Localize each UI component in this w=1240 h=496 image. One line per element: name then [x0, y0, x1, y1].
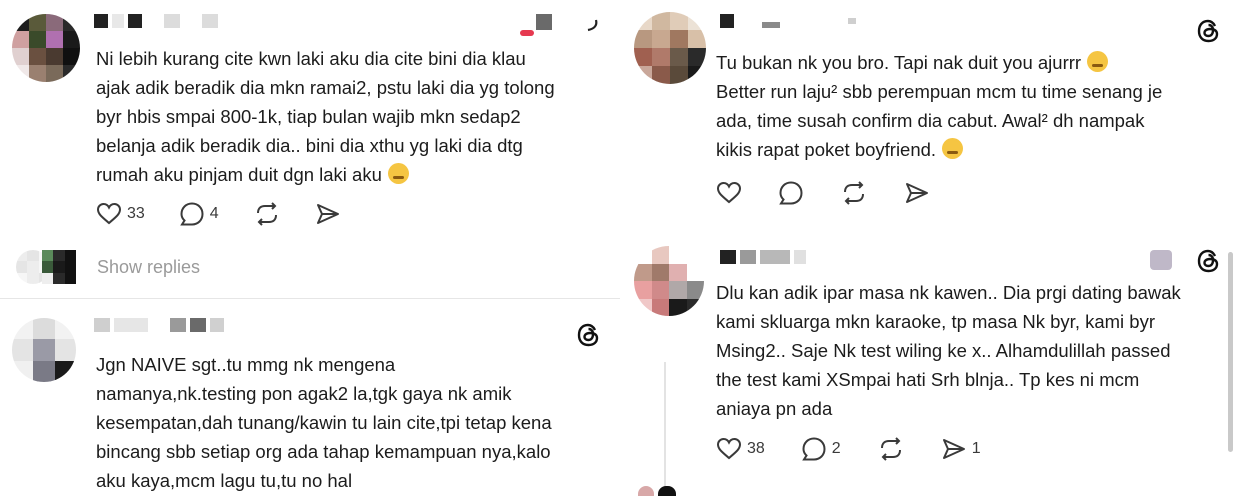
comment-button[interactable]: 4 — [179, 201, 219, 227]
replier-avatar[interactable] — [42, 250, 76, 284]
comment-count: 2 — [831, 440, 841, 457]
post-line: Ni lebih kurang cite kwn laki aku dia ci… — [96, 48, 526, 69]
post-line: kikis rapat poket boyfriend. — [716, 139, 937, 160]
post-line: aku kaya,mcm lagu tu,tu no hal — [96, 470, 353, 491]
post-actions: 33 4 — [96, 201, 375, 227]
post-card-2: Jgn NAIVE sgt..tu mmg nk mengena namanya… — [0, 298, 620, 496]
post-line: kami skluarga mkn karaoke, tp masa Nk by… — [716, 311, 1156, 332]
heart-icon — [716, 181, 742, 204]
username-redacted[interactable] — [720, 14, 856, 28]
post-actions — [716, 180, 964, 206]
post-card-4: Dlu kan adik ipar masa nk kawen.. Dia pr… — [620, 232, 1240, 496]
post-line: Jgn NAIVE sgt..tu mmg nk mengena — [96, 354, 396, 375]
share-button[interactable]: 1 — [941, 437, 981, 461]
threads-logo-icon[interactable] — [576, 322, 602, 348]
repost-button[interactable] — [840, 180, 868, 206]
username-redacted[interactable] — [94, 318, 224, 332]
threads-logo-icon[interactable] — [1196, 248, 1222, 274]
share-button[interactable] — [904, 181, 930, 205]
post-actions: 38 2 1 — [716, 436, 1015, 462]
rolling-laughing-emoji — [1087, 51, 1109, 72]
post-line: Better run laju² sbb perempuan mcm tu ti… — [716, 81, 1163, 102]
show-replies-link[interactable]: Show replies — [97, 257, 200, 278]
avatar[interactable] — [12, 14, 80, 82]
share-button[interactable] — [315, 202, 341, 226]
post-text: Tu bukan nk you bro. Tapi nak duit you a… — [716, 48, 1162, 164]
redacted-mark — [536, 14, 552, 30]
comment-button[interactable]: 2 — [801, 436, 841, 462]
avatar[interactable] — [12, 318, 76, 382]
comment-button[interactable] — [778, 180, 804, 206]
post-line: Tu bukan nk you bro. Tapi nak duit you a… — [716, 52, 1082, 73]
next-post-avatars[interactable] — [638, 486, 676, 496]
heart-icon — [96, 202, 122, 225]
post-line: namanya,nk.testing pon agak2 la,tgk gaya… — [96, 383, 512, 404]
post-line: Msing2.. Saje Nk test wiling ke x.. Alha… — [716, 340, 1171, 361]
post-line: belanja adik beradik dia.. bini dia xthu… — [96, 135, 523, 156]
avatar[interactable] — [634, 246, 704, 316]
like-button[interactable]: 38 — [716, 437, 765, 461]
post-line: Dlu kan adik ipar masa nk kawen.. Dia pr… — [716, 282, 1181, 303]
threads-logo-icon[interactable] — [1196, 18, 1222, 44]
post-text: Dlu kan adik ipar masa nk kawen.. Dia pr… — [716, 278, 1181, 423]
post-line: ada, time susah confirm dia cabut. Awal²… — [716, 110, 1145, 131]
like-button[interactable] — [716, 181, 742, 205]
scrollbar[interactable] — [1228, 252, 1233, 452]
repost-icon — [880, 437, 901, 461]
repost-icon — [256, 202, 277, 226]
comment-bubble-icon — [779, 181, 803, 205]
more-icon[interactable] — [584, 14, 602, 34]
heart-icon — [716, 437, 742, 460]
post-line: rumah aku pinjam duit dgn laki aku — [96, 164, 382, 185]
username-redacted[interactable] — [720, 250, 806, 264]
post-line: ajak adik beradik dia mkn ramai2, pstu l… — [96, 77, 555, 98]
like-count: 38 — [747, 440, 765, 457]
repost-icon — [844, 181, 864, 205]
post-text: Ni lebih kurang cite kwn laki aku dia ci… — [96, 44, 555, 189]
post-card-3: Tu bukan nk you bro. Tapi nak duit you a… — [620, 0, 1240, 232]
post-line: the test kami XSmpai hati Srh blnja.. Tp… — [716, 369, 1140, 390]
avatar[interactable] — [634, 12, 706, 84]
comment-count: 4 — [209, 205, 219, 222]
send-icon — [316, 204, 339, 224]
comment-bubble-icon — [801, 437, 826, 461]
comment-bubble-icon — [179, 202, 204, 226]
like-count: 33 — [127, 205, 145, 222]
share-count: 1 — [971, 440, 981, 457]
send-icon — [906, 183, 928, 203]
thread-line — [664, 362, 666, 486]
post-line: kesempatan,dah tunang/kawin tu lain cite… — [96, 412, 552, 433]
send-icon — [942, 439, 965, 459]
redacted-mark — [1150, 250, 1172, 270]
post-text: Jgn NAIVE sgt..tu mmg nk mengena namanya… — [96, 350, 552, 495]
laughing-emoji — [942, 138, 964, 159]
post-line: bincang sbb setiap org ada tahap kemampu… — [96, 441, 551, 462]
post-card-1: Ni lebih kurang cite kwn laki aku dia ci… — [0, 0, 620, 298]
post-line: byr hbis smpai 800-1k, tiap bulan wajib … — [96, 106, 521, 127]
like-button[interactable]: 33 — [96, 202, 145, 226]
redacted-mark — [520, 30, 534, 36]
post-line: aniaya pn ada — [716, 398, 833, 419]
relieved-face-emoji — [387, 163, 409, 184]
username-redacted[interactable] — [94, 14, 218, 28]
repost-button[interactable] — [253, 201, 281, 227]
divider — [0, 298, 620, 299]
repost-button[interactable] — [877, 436, 905, 462]
